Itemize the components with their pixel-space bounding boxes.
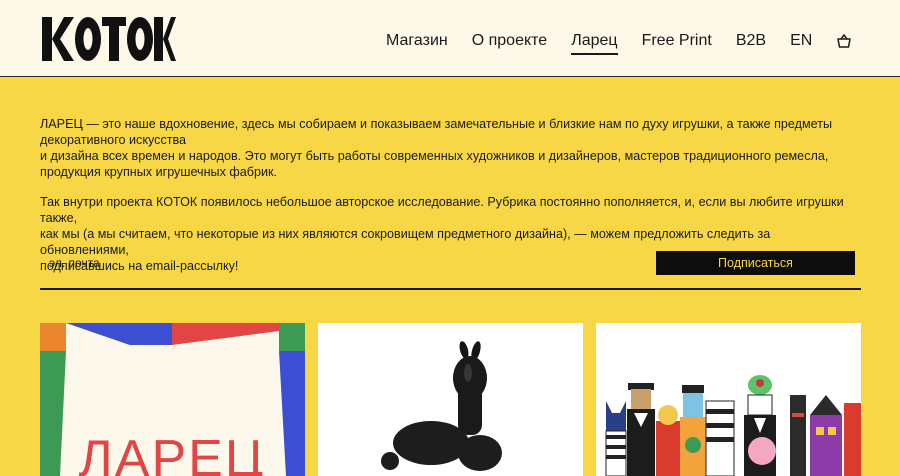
nav-about[interactable]: О проекте bbox=[472, 31, 547, 51]
nav-free-print[interactable]: Free Print bbox=[642, 31, 712, 51]
nav-b2b[interactable]: B2B bbox=[736, 31, 766, 51]
intro-line: ЛАРЕЦ — это наше вдохновение, здесь мы с… bbox=[40, 117, 833, 131]
card-toy-figurines[interactable] bbox=[596, 323, 861, 476]
nav-language-en[interactable]: EN bbox=[790, 31, 812, 51]
black-toy-image bbox=[318, 323, 583, 476]
intro-line: Так внутри проекта КОТОК появилось небол… bbox=[40, 195, 844, 225]
subscribe-button[interactable]: Подписаться bbox=[656, 251, 855, 275]
email-field[interactable] bbox=[40, 250, 600, 276]
intro-line: декоративного искусства bbox=[40, 133, 187, 147]
intro-line: продукция крупных игрушечных фабрик. bbox=[40, 165, 278, 179]
card-black-toy[interactable] bbox=[318, 323, 583, 476]
larets-banner-image: ЛАРЕЦ bbox=[40, 323, 305, 476]
intro-paragraph-1: ЛАРЕЦ — это наше вдохновение, здесь мы с… bbox=[40, 116, 862, 180]
subscribe-form: Подписаться bbox=[40, 250, 861, 290]
card-larets-banner[interactable]: ЛАРЕЦ bbox=[40, 323, 305, 476]
main-nav: Магазин О проекте Ларец Free Print B2B E… bbox=[386, 29, 852, 55]
kotok-logo[interactable] bbox=[42, 15, 176, 63]
nav-larets[interactable]: Ларец bbox=[571, 31, 618, 55]
larets-banner-title: ЛАРЕЦ bbox=[79, 430, 266, 476]
site-header: Магазин О проекте Ларец Free Print B2B E… bbox=[0, 0, 900, 77]
toy-figurines-image bbox=[596, 323, 861, 476]
shopping-bag-icon[interactable] bbox=[836, 33, 852, 49]
intro-line: и дизайна всех времен и народов. Это мог… bbox=[40, 149, 829, 163]
nav-shop[interactable]: Магазин bbox=[386, 31, 448, 51]
